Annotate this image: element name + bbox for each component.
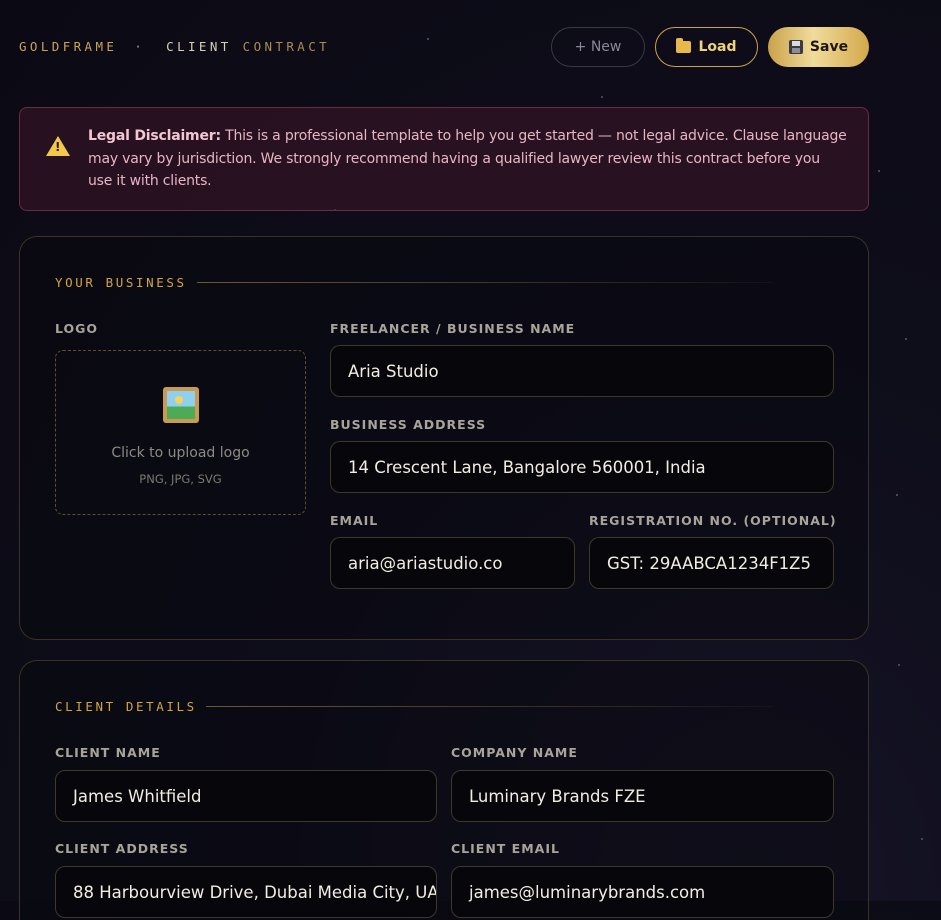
logo-label: LOGO: [55, 321, 99, 336]
business-address-label: BUSINESS ADDRESS: [330, 417, 487, 432]
your-business-card: YOUR BUSINESS LOGO Click to upload logo …: [19, 236, 869, 640]
business-address-input[interactable]: 14 Crescent Lane, Bangalore 560001, Indi…: [330, 441, 834, 493]
client-address-input[interactable]: 88 Harbourview Drive, Dubai Media City, …: [55, 866, 437, 918]
client-name-label: CLIENT NAME: [55, 745, 161, 760]
brand-part-client: CLIENT: [166, 39, 232, 54]
section-divider: [206, 706, 773, 707]
legal-disclaimer-banner: Legal Disclaimer: This is a professional…: [19, 107, 869, 211]
picture-icon: [163, 387, 199, 423]
client-email-label: CLIENT EMAIL: [451, 841, 560, 856]
registration-input[interactable]: GST: 29AABCA1234F1Z5: [589, 537, 834, 589]
brand-part-contract: CONTRACT: [242, 39, 331, 54]
brand-part-goldframe: GOLDFRAME: [19, 39, 118, 54]
disclaimer-text: Legal Disclaimer: This is a professional…: [88, 125, 848, 193]
save-button-label: Save: [809, 39, 849, 55]
company-name-input[interactable]: Luminary Brands FZE: [451, 770, 834, 822]
upload-formats: PNG, JPG, SVG: [139, 472, 222, 486]
business-name-input[interactable]: Aria Studio: [330, 345, 834, 397]
brand-separator: ·: [134, 39, 146, 54]
upload-title: Click to upload logo: [111, 445, 250, 461]
client-email-input[interactable]: james@luminarybrands.com: [451, 866, 834, 918]
client-address-label: CLIENT ADDRESS: [55, 841, 189, 856]
email-input[interactable]: aria@ariastudio.co: [330, 537, 575, 589]
section-title-client-details: CLIENT DETAILS: [55, 699, 197, 714]
load-button-label: Load: [698, 39, 737, 55]
company-name-label: COMPANY NAME: [451, 745, 578, 760]
warning-icon: [46, 136, 70, 156]
section-title-your-business: YOUR BUSINESS: [55, 275, 187, 290]
email-label: EMAIL: [330, 513, 379, 528]
floppy-disk-icon: [788, 40, 803, 54]
disclaimer-title: Legal Disclaimer:: [88, 128, 221, 144]
client-details-card: CLIENT DETAILS CLIENT NAME James Whitfie…: [19, 660, 869, 920]
logo-upload-dropzone[interactable]: Click to upload logo PNG, JPG, SVG: [55, 350, 306, 515]
load-button[interactable]: Load: [655, 27, 758, 67]
folder-icon: [676, 38, 692, 53]
client-name-input[interactable]: James Whitfield: [55, 770, 437, 822]
save-button[interactable]: Save: [768, 27, 869, 67]
new-button[interactable]: + New: [551, 27, 645, 67]
section-divider: [197, 282, 773, 283]
registration-label: REGISTRATION NO. (OPTIONAL): [589, 513, 837, 528]
brand-title: GOLDFRAME · CLIENT CONTRACT: [19, 39, 330, 54]
top-bar: GOLDFRAME · CLIENT CONTRACT + New Load S…: [19, 27, 869, 67]
business-name-label: FREELANCER / BUSINESS NAME: [330, 321, 576, 336]
new-button-label: + New: [574, 39, 622, 55]
